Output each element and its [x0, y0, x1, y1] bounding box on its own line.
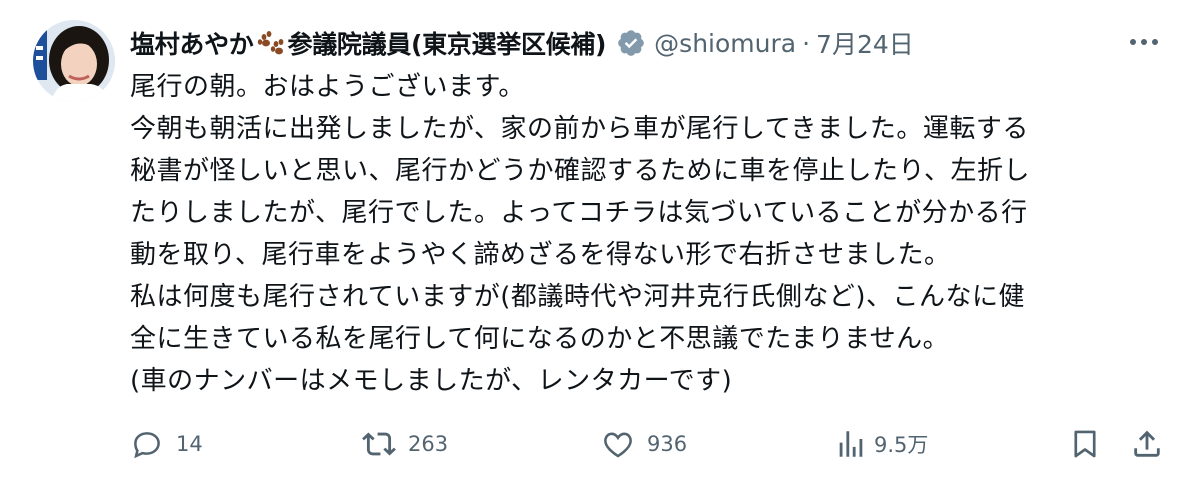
post-line: 尾行の朝。おはようございます。: [130, 72, 525, 102]
profile-photo: [33, 20, 115, 102]
post-line: 今朝も朝活に出発しましたが、家の前から車が尾行してきました。運転する: [130, 114, 1029, 144]
post-line: たりしましたが、尾行でした。よってコチラは気づいていることが分かる行: [130, 198, 1028, 228]
views-button[interactable]: 9.5万: [834, 422, 928, 466]
reply-icon: [134, 432, 160, 459]
reply-count: 14: [176, 432, 203, 456]
share-icon: [1134, 430, 1160, 457]
author-name[interactable]: 塩村あやか: [130, 25, 254, 61]
author-handle[interactable]: @shiomura: [654, 29, 796, 58]
views-icon: [839, 431, 863, 457]
view-count: 9.5万: [874, 433, 929, 457]
post-header: 塩村あやか 参議院議員(東京選挙区候補) @shiomura · 7月24日: [130, 22, 1197, 64]
repost-count: 263: [408, 432, 449, 456]
avatar[interactable]: [33, 20, 115, 102]
action-bar: 14 263 936 9.5万: [0, 422, 1197, 466]
post-line: (車のナンバーはメモしましたが、レンタカーです): [130, 366, 733, 396]
bookmark-button[interactable]: [1068, 422, 1102, 466]
bookmark-icon: [1074, 430, 1096, 458]
repost-button[interactable]: 263: [362, 422, 448, 466]
paw-prints-icon: [255, 28, 287, 58]
share-button[interactable]: [1130, 422, 1164, 466]
post-line: 私は何度も尾行されていますが(都議時代や河井克行氏側など)、こんなに健: [130, 282, 1026, 312]
separator-dot: ·: [802, 28, 811, 58]
like-count: 936: [647, 432, 688, 456]
post-line: 動を取り、尾行車をようやく諦めざるを得ない形で右折させました。: [130, 240, 951, 270]
post-date[interactable]: 7月24日: [816, 25, 914, 61]
repost-icon: [362, 432, 396, 456]
post-text: 尾行の朝。おはようございます。 今朝も朝活に出発しましたが、家の前から車が尾行し…: [130, 66, 1170, 402]
more-icon[interactable]: [1127, 28, 1161, 56]
like-icon: [604, 432, 632, 458]
verified-badge-icon[interactable]: [616, 28, 646, 58]
author-title[interactable]: 参議院議員(東京選挙区候補): [288, 25, 607, 61]
reply-button[interactable]: 14: [130, 422, 203, 466]
post-line: 全に生きている私を尾行して何になるのかと不思議でたまりません。: [130, 324, 950, 354]
post-line: 秘書が怪しいと思い、尾行かどうか確認するために車を停止したり、左折し: [130, 156, 1030, 186]
like-button[interactable]: 936: [601, 422, 687, 466]
